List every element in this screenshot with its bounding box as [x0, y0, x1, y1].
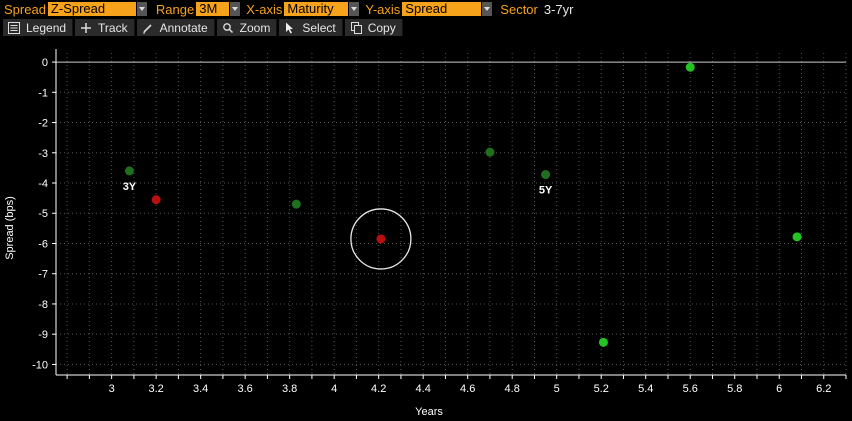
annotate-button[interactable]: Annotate — [136, 19, 215, 36]
zoom-button-label: Zoom — [239, 20, 271, 35]
data-point — [598, 337, 608, 347]
xaxis-select[interactable]: Maturity — [284, 2, 349, 16]
select-button[interactable]: Select — [279, 19, 343, 36]
legend-button[interactable]: Legend — [3, 19, 74, 36]
x-tick-label: 4.4 — [416, 383, 431, 395]
y-tick-label: -3 — [38, 148, 48, 160]
y-tick-label: -4 — [38, 178, 48, 190]
x-tick-label: 4.6 — [460, 383, 475, 395]
grid — [56, 53, 847, 375]
chart-toolbar: Legend Track Annotate Zoom Select Copy — [0, 18, 852, 37]
data-point — [792, 232, 802, 242]
legend-icon — [7, 21, 21, 34]
y-tick-label: -6 — [38, 238, 48, 250]
data-point — [541, 170, 551, 180]
data-point — [151, 195, 161, 205]
y-tick-label: -5 — [38, 208, 48, 220]
spread-label: Spread — [4, 1, 46, 17]
range-dropdown-arrow-icon[interactable] — [230, 2, 241, 16]
range-label: Range — [155, 1, 195, 17]
data-point — [485, 147, 495, 157]
yaxis-label: Y-axis — [365, 1, 401, 17]
y-tick-label: -9 — [38, 329, 48, 341]
yaxis-select[interactable]: Spread — [402, 2, 482, 16]
copy-button[interactable]: Copy — [344, 19, 403, 36]
range-select[interactable]: 3M — [196, 2, 230, 16]
y-tick-label: -2 — [38, 118, 48, 130]
x-tick-label: 6 — [776, 383, 782, 395]
y-tick-label: -1 — [38, 87, 48, 99]
xaxis-dropdown-arrow-icon[interactable] — [349, 2, 360, 16]
y-tick-label: -10 — [32, 359, 48, 371]
copy-icon — [349, 21, 363, 34]
pencil-icon — [141, 22, 155, 34]
x-tick-label: 6.2 — [816, 383, 831, 395]
y-axis-title: Spread (bps) — [4, 196, 16, 260]
track-button[interactable]: Track — [75, 19, 135, 36]
x-tick-label: 5.6 — [683, 383, 698, 395]
data-point — [124, 166, 134, 176]
legend-button-label: Legend — [26, 20, 67, 35]
x-tick-label: 4 — [331, 383, 337, 395]
copy-button-label: Copy — [367, 20, 396, 35]
spread-dropdown-arrow-icon[interactable] — [136, 2, 147, 16]
x-tick-label: 5 — [554, 383, 560, 395]
data-point — [685, 62, 695, 72]
data-point — [376, 234, 386, 244]
x-tick-label: 5.4 — [638, 383, 653, 395]
parameter-bar: Spread Z-Spread Range 3M X-axis Maturity… — [0, 0, 852, 18]
x-tick-label: 4.2 — [371, 383, 386, 395]
x-axis-title: Years — [415, 406, 443, 418]
spread-select[interactable]: Z-Spread — [47, 2, 136, 16]
annotate-button-label: Annotate — [159, 20, 208, 35]
select-button-label: Select — [302, 20, 336, 35]
crosshair-icon — [79, 22, 93, 34]
x-tick-label: 3.8 — [282, 383, 297, 395]
x-tick-label: 5.2 — [594, 383, 609, 395]
x-tick-label: 3.6 — [238, 383, 253, 395]
y-axis-ticks: 0 -1 -2 -3 -4 -5 -6 -7 -8 -9 -10 — [32, 57, 56, 371]
x-tick-label: 4.8 — [505, 383, 520, 395]
y-tick-label: -8 — [38, 299, 48, 311]
sector-value: 3-7yr — [543, 1, 574, 17]
point-label: 5Y — [539, 185, 553, 197]
data-point — [291, 199, 301, 209]
x-tick-label: 5.8 — [727, 383, 742, 395]
y-tick-label: 0 — [42, 57, 48, 69]
cursor-arrow-icon — [283, 22, 297, 34]
x-axis-ticks: 3 3.2 3.4 3.6 3.8 4 4.2 4.4 4.6 4.8 5 5.2 5.4 5.6 5.8 6… — [66, 375, 847, 395]
xaxis-label: X-axis — [246, 1, 283, 17]
track-button-label: Track — [98, 20, 128, 35]
scatter-chart[interactable]: 0 -1 -2 -3 -4 -5 -6 -7 -8 -9 -10 3 3.2 3.4 3.6 3.8 4 4.2… — [0, 37, 852, 421]
magnifier-icon — [221, 22, 235, 34]
sector-label: Sector — [500, 1, 538, 17]
x-tick-label: 3.2 — [148, 383, 163, 395]
x-tick-label: 3.4 — [193, 383, 208, 395]
x-tick-label: 3 — [109, 383, 115, 395]
y-tick-label: -7 — [38, 269, 48, 281]
zoom-button[interactable]: Zoom — [216, 19, 278, 36]
yaxis-dropdown-arrow-icon[interactable] — [482, 2, 493, 16]
point-label: 3Y — [123, 181, 137, 193]
